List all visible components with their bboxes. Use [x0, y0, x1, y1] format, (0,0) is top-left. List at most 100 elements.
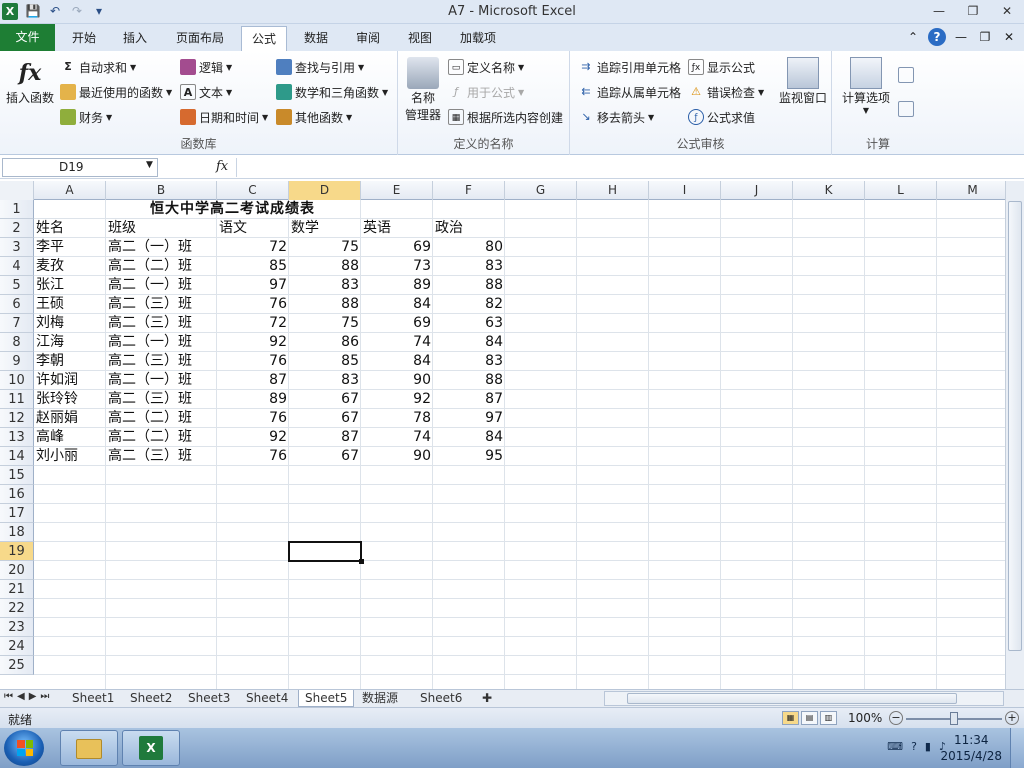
row-header-14[interactable]: 14 [0, 447, 34, 466]
table-cell[interactable]: 95 [433, 447, 505, 466]
table-cell[interactable]: 88 [289, 257, 361, 276]
tab-page-layout[interactable]: 页面布局 [166, 26, 234, 51]
help-icon[interactable]: ? [928, 28, 946, 46]
select-all-corner[interactable] [0, 181, 34, 200]
close-button[interactable]: ✕ [990, 0, 1024, 22]
restore-button[interactable]: ❐ [956, 0, 990, 22]
fill-handle[interactable] [359, 559, 364, 564]
show-desktop-button[interactable] [1010, 728, 1024, 768]
header-cell[interactable]: 英语 [361, 219, 433, 238]
sheet-tab-2[interactable]: Sheet2 [124, 690, 178, 707]
tab-data[interactable]: 数据 [294, 26, 338, 51]
row-header-19[interactable]: 19 [0, 542, 34, 561]
sheet-title-cell[interactable]: 恒大中学高二考试成绩表 [148, 200, 317, 219]
table-cell[interactable]: 高二（三）班 [106, 314, 217, 333]
column-header-c[interactable]: C [217, 181, 289, 200]
clock[interactable]: 11:34 2015/4/28 [940, 732, 1002, 764]
table-cell[interactable]: 87 [433, 390, 505, 409]
table-cell[interactable]: 高二（一）班 [106, 238, 217, 257]
row-header-4[interactable]: 4 [0, 257, 34, 276]
table-cell[interactable]: 高二（三）班 [106, 447, 217, 466]
table-cell[interactable]: 88 [433, 371, 505, 390]
insert-sheet-icon[interactable]: ✚ [476, 690, 498, 707]
minimize-button[interactable]: — [922, 0, 956, 22]
logical-button[interactable]: 逻辑 ▼ [180, 57, 232, 77]
table-cell[interactable]: 88 [289, 295, 361, 314]
datetime-button[interactable]: 日期和时间 ▼ [180, 107, 268, 127]
table-cell[interactable]: 83 [433, 257, 505, 276]
row-header-15[interactable]: 15 [0, 466, 34, 485]
tab-home[interactable]: 开始 [62, 26, 106, 51]
horizontal-scroll-thumb[interactable] [627, 693, 957, 704]
table-cell[interactable]: 张玲铃 [34, 390, 106, 409]
table-cell[interactable]: 87 [217, 371, 289, 390]
horizontal-scrollbar[interactable] [604, 691, 1004, 706]
sheet-tab-1[interactable]: Sheet1 [66, 690, 120, 707]
table-cell[interactable]: 76 [217, 295, 289, 314]
remove-arrows-button[interactable]: ↘ 移去箭头 ▼ [578, 107, 654, 127]
create-from-selection-button[interactable]: ▦ 根据所选内容创建 [448, 107, 563, 127]
row-header-24[interactable]: 24 [0, 637, 34, 656]
math-trig-button[interactable]: 数学和三角函数 ▼ [276, 82, 388, 102]
formula-input[interactable] [236, 158, 1008, 177]
column-header-m[interactable]: M [937, 181, 1005, 200]
table-cell[interactable]: 张江 [34, 276, 106, 295]
show-formulas-button[interactable]: ƒx 显示公式 [688, 57, 755, 77]
workbook-close-button[interactable]: ✕ [1000, 28, 1018, 46]
financial-button[interactable]: 财务 ▼ [60, 107, 112, 127]
table-cell[interactable]: 84 [361, 352, 433, 371]
table-cell[interactable]: 王硕 [34, 295, 106, 314]
error-checking-button[interactable]: ⚠ 错误检查 ▼ [688, 82, 764, 102]
column-header-a[interactable]: A [34, 181, 106, 200]
table-cell[interactable]: 李平 [34, 238, 106, 257]
table-cell[interactable]: 69 [361, 238, 433, 257]
keyboard-icon[interactable]: ⌨ [887, 740, 903, 753]
table-cell[interactable]: 83 [433, 352, 505, 371]
calculate-sheet-icon[interactable] [898, 101, 914, 117]
row-header-6[interactable]: 6 [0, 295, 34, 314]
table-cell[interactable]: 92 [217, 333, 289, 352]
excel-taskbar-button[interactable]: X [122, 730, 180, 766]
calculate-now-icon[interactable] [898, 67, 914, 83]
table-cell[interactable]: 许如润 [34, 371, 106, 390]
table-cell[interactable]: 73 [361, 257, 433, 276]
normal-view-icon[interactable]: ▦ [782, 711, 799, 725]
row-header-11[interactable]: 11 [0, 390, 34, 409]
table-cell[interactable]: 83 [289, 276, 361, 295]
table-cell[interactable]: 97 [217, 276, 289, 295]
row-header-23[interactable]: 23 [0, 618, 34, 637]
table-cell[interactable]: 90 [361, 447, 433, 466]
define-name-button[interactable]: ▭ 定义名称 ▼ [448, 57, 524, 77]
table-cell[interactable]: 69 [361, 314, 433, 333]
table-cell[interactable]: 89 [361, 276, 433, 295]
column-header-l[interactable]: L [865, 181, 937, 200]
table-cell[interactable]: 88 [433, 276, 505, 295]
table-cell[interactable]: 89 [217, 390, 289, 409]
use-in-formula-button[interactable]: ƒ 用于公式 ▼ [448, 82, 524, 102]
table-cell[interactable]: 76 [217, 409, 289, 428]
table-cell[interactable]: 86 [289, 333, 361, 352]
table-cell[interactable]: 高二（三）班 [106, 295, 217, 314]
insert-function-fx-icon[interactable]: fx [216, 159, 228, 174]
table-cell[interactable]: 67 [289, 447, 361, 466]
row-header-9[interactable]: 9 [0, 352, 34, 371]
table-cell[interactable]: 麦孜 [34, 257, 106, 276]
workbook-restore-button[interactable]: ❐ [976, 28, 994, 46]
tab-view[interactable]: 视图 [398, 26, 442, 51]
table-cell[interactable]: 刘小丽 [34, 447, 106, 466]
row-header-12[interactable]: 12 [0, 409, 34, 428]
vertical-scrollbar[interactable] [1005, 181, 1024, 689]
row-header-2[interactable]: 2 [0, 219, 34, 238]
sheet-tab-7[interactable]: Sheet6 [414, 690, 468, 707]
table-cell[interactable]: 高二（二）班 [106, 257, 217, 276]
row-header-8[interactable]: 8 [0, 333, 34, 352]
collapse-ribbon-icon[interactable]: ⌃ [904, 28, 922, 46]
help-tray-icon[interactable]: ? [911, 740, 917, 753]
tab-insert[interactable]: 插入 [113, 26, 157, 51]
table-cell[interactable]: 82 [433, 295, 505, 314]
column-header-b[interactable]: B [106, 181, 217, 200]
table-cell[interactable]: 80 [433, 238, 505, 257]
column-header-k[interactable]: K [793, 181, 865, 200]
table-cell[interactable]: 高二（一）班 [106, 276, 217, 295]
table-cell[interactable]: 87 [289, 428, 361, 447]
